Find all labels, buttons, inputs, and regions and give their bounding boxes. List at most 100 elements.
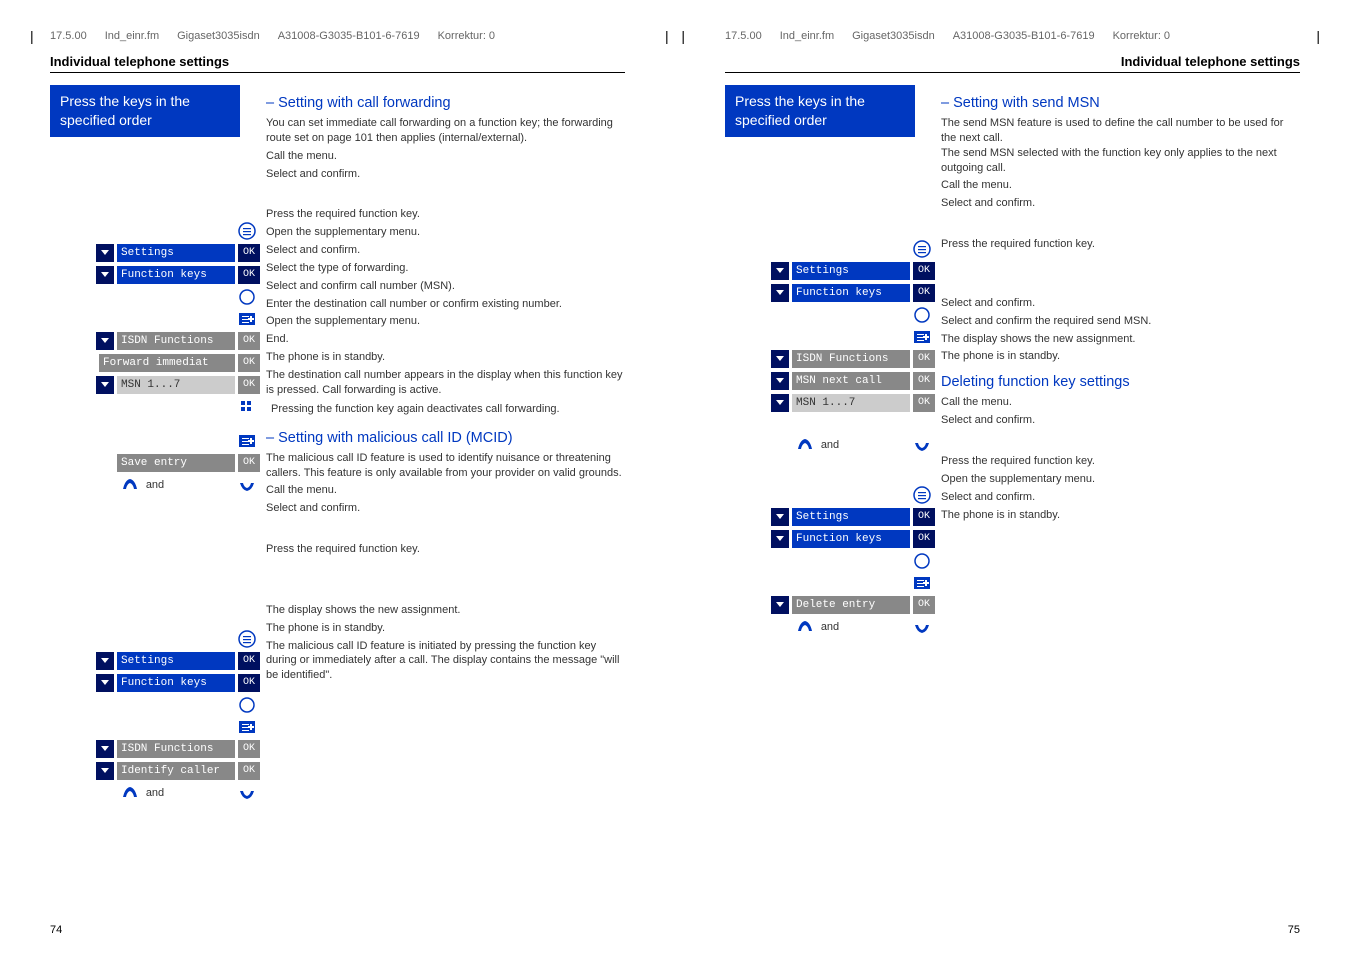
ok-button[interactable]: OK: [913, 596, 935, 614]
display-isdn-functions: ISDN Functions: [792, 350, 910, 368]
step-text: Select and confirm the required send MSN…: [941, 314, 1300, 329]
ok-button[interactable]: OK: [913, 262, 935, 280]
ok-button[interactable]: OK: [238, 376, 260, 394]
step-text: The phone is in standby.: [941, 349, 1300, 364]
heading-delete: Deleting function key settings: [941, 374, 1300, 390]
function-key-icon[interactable]: [909, 551, 935, 571]
down-arrow-icon[interactable]: [96, 244, 114, 262]
supplementary-menu-icon[interactable]: [234, 431, 260, 451]
supplementary-menu-icon[interactable]: [909, 573, 935, 593]
step-text: Open the supplementary menu.: [941, 472, 1300, 487]
instruction-box: Press the keys in the specified order: [725, 85, 915, 137]
header-meta: 17.5.00 Ind_einr.fm Gigaset3035isdn A310…: [725, 30, 1300, 42]
ok-button[interactable]: OK: [238, 454, 260, 472]
down-arrow-icon[interactable]: [771, 596, 789, 614]
and-label: and: [821, 621, 839, 633]
keypad-icon[interactable]: [234, 397, 260, 417]
function-key-icon[interactable]: [234, 287, 260, 307]
handset-up-icon[interactable]: [792, 435, 818, 455]
key-column-right: Press the keys in the specified order Se…: [725, 85, 935, 639]
step-text: Press the required function key.: [941, 237, 1300, 252]
and-label: and: [146, 479, 164, 491]
down-arrow-icon[interactable]: [771, 284, 789, 302]
display-forward-immediat: Forward immediat: [99, 354, 235, 372]
step-text: The phone is in standby.: [266, 621, 625, 636]
ok-button[interactable]: OK: [913, 394, 935, 412]
ok-button[interactable]: OK: [238, 332, 260, 350]
step-text: End.: [266, 332, 625, 347]
down-arrow-icon[interactable]: [96, 376, 114, 394]
menu-icon[interactable]: [234, 221, 260, 241]
down-arrow-icon[interactable]: [771, 530, 789, 548]
and-label: and: [821, 439, 839, 451]
step-text: Select and confirm.: [266, 501, 625, 516]
function-key-icon[interactable]: [234, 695, 260, 715]
display-isdn-functions: ISDN Functions: [117, 740, 235, 758]
ok-button[interactable]: OK: [913, 284, 935, 302]
function-key-icon[interactable]: [909, 305, 935, 325]
down-arrow-icon[interactable]: [96, 332, 114, 350]
down-arrow-icon[interactable]: [771, 394, 789, 412]
note-text: The destination call number appears in t…: [266, 368, 625, 398]
display-msn-1-7: MSN 1...7: [792, 394, 910, 412]
step-text: Press the required function key.: [266, 542, 625, 557]
heading-send-msn: – Setting with send MSN: [941, 95, 1300, 111]
page-number: 75: [1288, 924, 1300, 936]
down-arrow-icon[interactable]: [771, 350, 789, 368]
menu-icon[interactable]: [909, 485, 935, 505]
page-number: 74: [50, 924, 62, 936]
meta-korrektur: Korrektur: 0: [438, 30, 495, 42]
ok-button[interactable]: OK: [913, 350, 935, 368]
meta-partno: A31008-G3035-B101-6-7619: [278, 30, 420, 42]
supplementary-menu-icon[interactable]: [909, 327, 935, 347]
ok-button[interactable]: OK: [913, 530, 935, 548]
display-function-keys: Function keys: [117, 674, 235, 692]
ok-button[interactable]: OK: [238, 266, 260, 284]
ok-button[interactable]: OK: [238, 354, 260, 372]
supplementary-menu-icon[interactable]: [234, 717, 260, 737]
step-text: Select and confirm.: [266, 167, 625, 182]
ok-button[interactable]: OK: [238, 762, 260, 780]
header-meta: 17.5.00 Ind_einr.fm Gigaset3035isdn A310…: [50, 30, 625, 42]
ok-button[interactable]: OK: [913, 508, 935, 526]
ok-button[interactable]: OK: [238, 244, 260, 262]
handset-down-icon[interactable]: [909, 617, 935, 637]
handset-down-icon[interactable]: [234, 783, 260, 803]
handset-up-icon[interactable]: [792, 617, 818, 637]
display-settings: Settings: [792, 508, 910, 526]
ok-button[interactable]: OK: [238, 652, 260, 670]
down-arrow-icon[interactable]: [96, 674, 114, 692]
menu-icon[interactable]: [909, 239, 935, 259]
down-arrow-icon[interactable]: [96, 740, 114, 758]
step-text: Select and confirm.: [266, 243, 625, 258]
display-settings: Settings: [117, 244, 235, 262]
down-arrow-icon[interactable]: [96, 266, 114, 284]
ok-button[interactable]: OK: [238, 740, 260, 758]
and-label: and: [146, 787, 164, 799]
ok-button[interactable]: OK: [238, 674, 260, 692]
down-arrow-icon[interactable]: [771, 262, 789, 280]
meta-file: Ind_einr.fm: [105, 30, 159, 42]
down-arrow-icon[interactable]: [96, 762, 114, 780]
supplementary-menu-icon[interactable]: [234, 309, 260, 329]
ok-button[interactable]: OK: [913, 372, 935, 390]
handset-up-icon[interactable]: [117, 475, 143, 495]
display-function-keys: Function keys: [792, 530, 910, 548]
display-settings: Settings: [117, 652, 235, 670]
intro-forwarding: You can set immediate call forwarding on…: [266, 116, 625, 146]
text-column-right: – Setting with send MSN The send MSN fea…: [935, 85, 1300, 639]
down-arrow-icon[interactable]: [771, 372, 789, 390]
down-arrow-icon[interactable]: [96, 652, 114, 670]
display-msn-next-call: MSN next call: [792, 372, 910, 390]
display-msn-1-7: MSN 1...7: [117, 376, 235, 394]
note-text: The malicious call ID feature is initiat…: [266, 639, 625, 684]
display-settings: Settings: [792, 262, 910, 280]
handset-down-icon[interactable]: [234, 475, 260, 495]
handset-down-icon[interactable]: [909, 435, 935, 455]
handset-up-icon[interactable]: [117, 783, 143, 803]
menu-icon[interactable]: [234, 629, 260, 649]
down-arrow-icon[interactable]: [771, 508, 789, 526]
tip-text: Pressing the function key again deactiva…: [271, 402, 625, 416]
step-text: Call the menu.: [941, 178, 1300, 193]
meta-product: Gigaset3035isdn: [177, 30, 260, 42]
